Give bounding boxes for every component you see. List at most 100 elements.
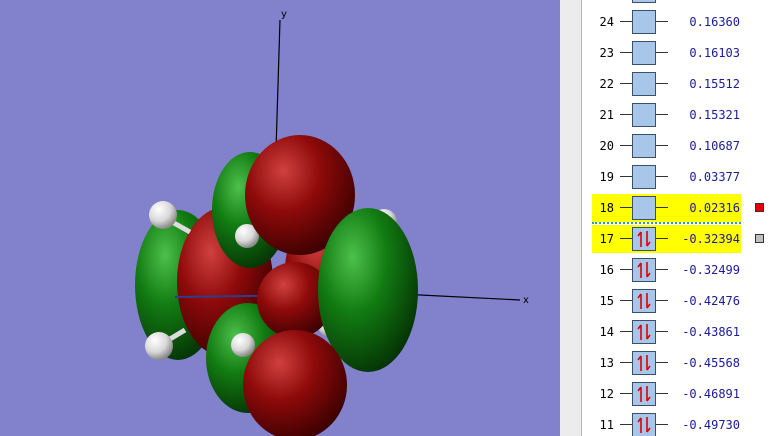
mo-number: 19 — [599, 170, 614, 184]
mo-level-line — [656, 269, 668, 270]
mo-row[interactable]: 12 -0.46891 — [582, 380, 775, 408]
mo-number: 21 — [599, 108, 614, 122]
mo-row[interactable]: 11 -0.49730 — [582, 411, 775, 436]
mo-number: 24 — [599, 15, 614, 29]
mo-number: 16 — [599, 263, 614, 277]
mo-row[interactable]: 20 0.10687 — [582, 132, 775, 160]
electron-pair-icon — [637, 293, 651, 309]
mo-level-line — [656, 424, 668, 425]
mo-occupied-box[interactable] — [632, 227, 656, 251]
x-axis-label: x — [523, 295, 529, 306]
hydrogen-atom — [149, 201, 177, 229]
mo-level-line — [620, 21, 632, 22]
mo-row[interactable]: 22 0.15512 — [582, 70, 775, 98]
electron-pair-icon — [637, 417, 651, 433]
electron-pair-icon — [637, 324, 651, 340]
mo-row[interactable]: 17 -0.32394 — [582, 225, 775, 253]
electron-pair-icon — [637, 262, 651, 278]
mo-energy: 0.02316 — [689, 201, 740, 215]
mo-row[interactable]: 18 0.02316 — [582, 194, 775, 222]
mo-row[interactable]: 14 -0.43861 — [582, 318, 775, 346]
mo-virtual-box[interactable] — [632, 165, 656, 189]
mo-occupied-box[interactable] — [632, 289, 656, 313]
mo-number: 14 — [599, 325, 614, 339]
mo-row[interactable]: 16 -0.32499 — [582, 256, 775, 284]
mo-virtual-box[interactable] — [632, 41, 656, 65]
mo-energy: 0.03377 — [689, 170, 740, 184]
mo-number: 12 — [599, 387, 614, 401]
mo-level-line — [620, 300, 632, 301]
mo-level-line — [656, 362, 668, 363]
mo-energy-panel[interactable]: 24 0.16360 23 0.16103 22 0.15512 21 0.15321 20 0.… — [582, 0, 775, 436]
mo-row[interactable]: 19 0.03377 — [582, 163, 775, 191]
mo-row[interactable]: 13 -0.45568 — [582, 349, 775, 377]
mo-virtual-box[interactable] — [632, 196, 656, 220]
mo-occupied-box[interactable] — [632, 382, 656, 406]
y-axis-label: y — [281, 9, 287, 20]
mo-energy: 0.15321 — [689, 108, 740, 122]
orbital-lobe-green-right — [318, 208, 418, 372]
electron-pair-icon — [637, 231, 651, 247]
mo-level-line — [620, 331, 632, 332]
orbital-render: y x — [0, 0, 560, 436]
mo-level-line — [656, 145, 668, 146]
mo-level-line — [620, 238, 632, 239]
mo-row[interactable] — [582, 0, 775, 5]
mo-level-line — [656, 393, 668, 394]
mo-virtual-box[interactable] — [632, 10, 656, 34]
mo-energy: 0.16360 — [689, 15, 740, 29]
mo-level-line — [656, 52, 668, 53]
mo-level-line — [656, 21, 668, 22]
mo-energy: -0.32394 — [682, 232, 740, 246]
mo-occupied-box[interactable] — [632, 320, 656, 344]
mo-energy: -0.32499 — [682, 263, 740, 277]
mo-level-line — [620, 362, 632, 363]
mo-row[interactable]: 15 -0.42476 — [582, 287, 775, 315]
mo-surface-color-swatch[interactable] — [755, 234, 764, 243]
mo-number: 20 — [599, 139, 614, 153]
mo-energy: -0.42476 — [682, 294, 740, 308]
mo-level-line — [656, 176, 668, 177]
mo-energy: 0.16103 — [689, 46, 740, 60]
hydrogen-atom — [145, 332, 173, 360]
mo-energy: -0.46891 — [682, 387, 740, 401]
mo-virtual-box[interactable] — [632, 72, 656, 96]
mo-number: 11 — [599, 418, 614, 432]
mo-occupied-box[interactable] — [632, 351, 656, 375]
mo-virtual-box[interactable] — [632, 0, 656, 3]
mo-row[interactable]: 21 0.15321 — [582, 101, 775, 129]
mo-energy: 0.15512 — [689, 77, 740, 91]
homo-lumo-separator — [592, 222, 741, 224]
mo-occupied-box[interactable] — [632, 413, 656, 436]
orbital-lobe-red-bottom — [243, 330, 347, 436]
mo-number: 22 — [599, 77, 614, 91]
hydrogen-atom — [231, 333, 255, 357]
mo-energy: -0.49730 — [682, 418, 740, 432]
mo-level-line — [620, 269, 632, 270]
mo-number: 13 — [599, 356, 614, 370]
mo-level-line — [620, 52, 632, 53]
mo-number: 18 — [599, 201, 614, 215]
mo-row[interactable]: 24 0.16360 — [582, 8, 775, 36]
mo-energy: -0.43861 — [682, 325, 740, 339]
mo-level-line — [620, 424, 632, 425]
mo-level-line — [656, 83, 668, 84]
mo-occupied-box[interactable] — [632, 258, 656, 282]
mo-energy: 0.10687 — [689, 139, 740, 153]
mo-virtual-box[interactable] — [632, 103, 656, 127]
mo-level-line — [656, 300, 668, 301]
mo-level-line — [620, 83, 632, 84]
mo-level-line — [656, 114, 668, 115]
panel-splitter[interactable] — [560, 0, 582, 436]
mo-level-line — [620, 176, 632, 177]
mo-number: 23 — [599, 46, 614, 60]
electron-pair-icon — [637, 355, 651, 371]
mo-energy: -0.45568 — [682, 356, 740, 370]
mo-virtual-box[interactable] — [632, 134, 656, 158]
mo-level-line — [656, 238, 668, 239]
mo-level-line — [656, 331, 668, 332]
mo-surface-color-swatch[interactable] — [755, 203, 764, 212]
mo-number: 15 — [599, 294, 614, 308]
molecule-viewport[interactable]: y x — [0, 0, 560, 436]
mo-row[interactable]: 23 0.16103 — [582, 39, 775, 67]
